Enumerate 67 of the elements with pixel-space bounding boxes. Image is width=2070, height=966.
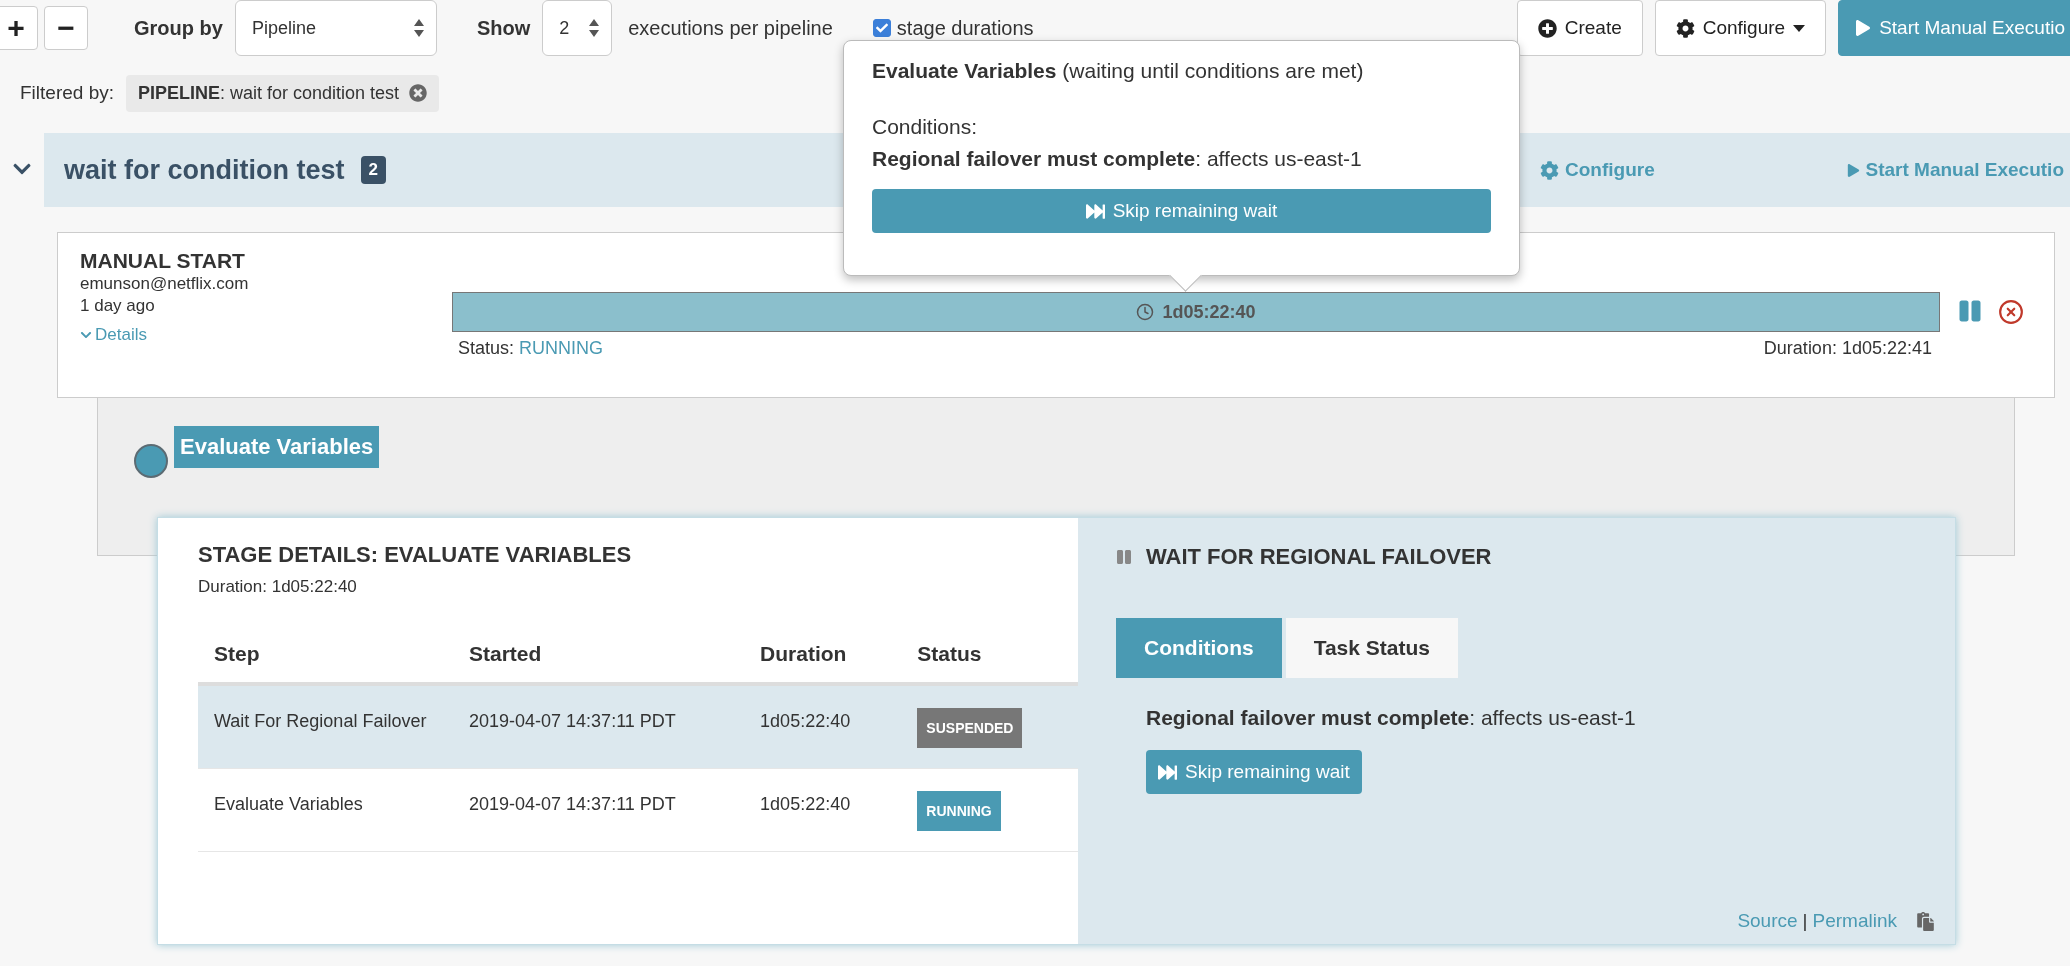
execution-progress-bar[interactable]: 1d05:22:40 xyxy=(452,292,1940,332)
status-badge: SUSPENDED xyxy=(917,708,1023,748)
sort-arrows-icon xyxy=(413,19,424,37)
execution-count: 2 xyxy=(360,156,386,184)
stage-label[interactable]: Evaluate Variables xyxy=(174,426,380,468)
clock-icon xyxy=(1136,303,1155,321)
table-cell: Wait For Regional Failover xyxy=(198,684,453,769)
sort-arrows-icon xyxy=(589,19,600,37)
start-execution-link[interactable]: Start Manual Executio xyxy=(1846,159,2064,181)
trigger-user: emunson@netflix.com xyxy=(80,273,250,295)
settings-icon xyxy=(1540,160,1559,180)
stage-details-title: STAGE DETAILS: EVALUATE VARIABLES xyxy=(198,542,633,568)
filtered-by-label: Filtered by: xyxy=(20,82,114,104)
configure-button[interactable]: Configure xyxy=(1654,0,1827,56)
caret-icon xyxy=(1793,24,1806,32)
duration-text: Duration: 1d05:22:41 xyxy=(1763,338,1932,359)
stage-durations-label: stage durations xyxy=(896,16,1034,40)
start-execution-button[interactable]: Start Manual Executio xyxy=(1838,0,2070,56)
show-count-select[interactable]: 2 xyxy=(542,0,613,56)
table-cell: 1d05:22:40 xyxy=(744,768,902,852)
settings-icon xyxy=(1675,18,1695,38)
popover-title: Evaluate Variables (waiting until conditions are met) xyxy=(872,58,1365,84)
show-label: Show xyxy=(476,16,531,40)
conditions-label: Conditions: xyxy=(872,114,979,140)
skip-icon xyxy=(1085,201,1105,221)
popover-condition: Regional failover must complete: affects us-east-1 xyxy=(872,146,1363,172)
skip-wait-button[interactable]: Skip remaining wait xyxy=(1146,750,1362,794)
skip-wait-button[interactable]: Skip remaining wait xyxy=(872,189,1491,233)
create-button[interactable]: Create xyxy=(1516,0,1643,56)
executions-label: executions per pipeline xyxy=(628,16,833,40)
table-cell: 2019-04-07 14:37:11 PDT xyxy=(453,684,745,769)
collapse-all-button[interactable]: − xyxy=(44,6,88,50)
pipeline-name: wait for condition test xyxy=(64,154,345,186)
source-link[interactable]: Source xyxy=(1737,910,1798,932)
remove-filter-icon[interactable] xyxy=(409,84,428,102)
status-badge: RUNNING xyxy=(917,791,1001,831)
tab[interactable]: Task Status xyxy=(1285,618,1458,678)
configure-link[interactable]: Configure xyxy=(1540,159,1655,181)
expand-all-button[interactable]: + xyxy=(0,6,38,50)
trigger-age: 1 day ago xyxy=(80,295,156,317)
trigger-title: MANUAL START xyxy=(80,249,246,273)
chevron-down-icon xyxy=(80,329,92,341)
table-cell: 1d05:22:40 xyxy=(744,684,902,769)
filter-tag: PIPELINE: wait for condition test xyxy=(126,74,440,112)
link-separator: | xyxy=(1802,910,1808,932)
skip-icon xyxy=(1158,762,1177,782)
group-by-label: Group by xyxy=(134,16,223,40)
step-title: WAIT FOR REGIONAL FAILOVER xyxy=(1146,544,1492,570)
permalink-link[interactable]: Permalink xyxy=(1812,910,1897,932)
table-cell: Evaluate Variables xyxy=(198,768,453,852)
play-icon xyxy=(1846,163,1860,177)
status-text: Status: RUNNING xyxy=(458,338,604,359)
tab[interactable]: Conditions xyxy=(1116,618,1282,678)
pause-icon xyxy=(1116,549,1132,565)
cancel-icon[interactable] xyxy=(1998,299,2024,325)
condition-text: Regional failover must complete: affects us-east-1 xyxy=(1146,706,1637,730)
bar-duration: 1d05:22:40 xyxy=(1136,301,1256,323)
stage-durations-checkbox[interactable] xyxy=(872,19,891,37)
step-row[interactable]: Evaluate Variables 2019-04-07 14:37:11 PDT 1d05:22:40 RUNNING xyxy=(198,768,1078,852)
stage-duration: Duration: 1d05:22:40 xyxy=(198,576,358,598)
clipboard-icon[interactable] xyxy=(1916,911,1935,931)
pause-icon[interactable] xyxy=(1958,299,1982,323)
details-link[interactable]: Details xyxy=(80,325,147,345)
play-icon xyxy=(1855,20,1872,36)
group-by-select[interactable]: Pipeline xyxy=(234,0,437,56)
stage-node[interactable] xyxy=(134,444,168,478)
table-cell: 2019-04-07 14:37:11 PDT xyxy=(453,768,745,852)
